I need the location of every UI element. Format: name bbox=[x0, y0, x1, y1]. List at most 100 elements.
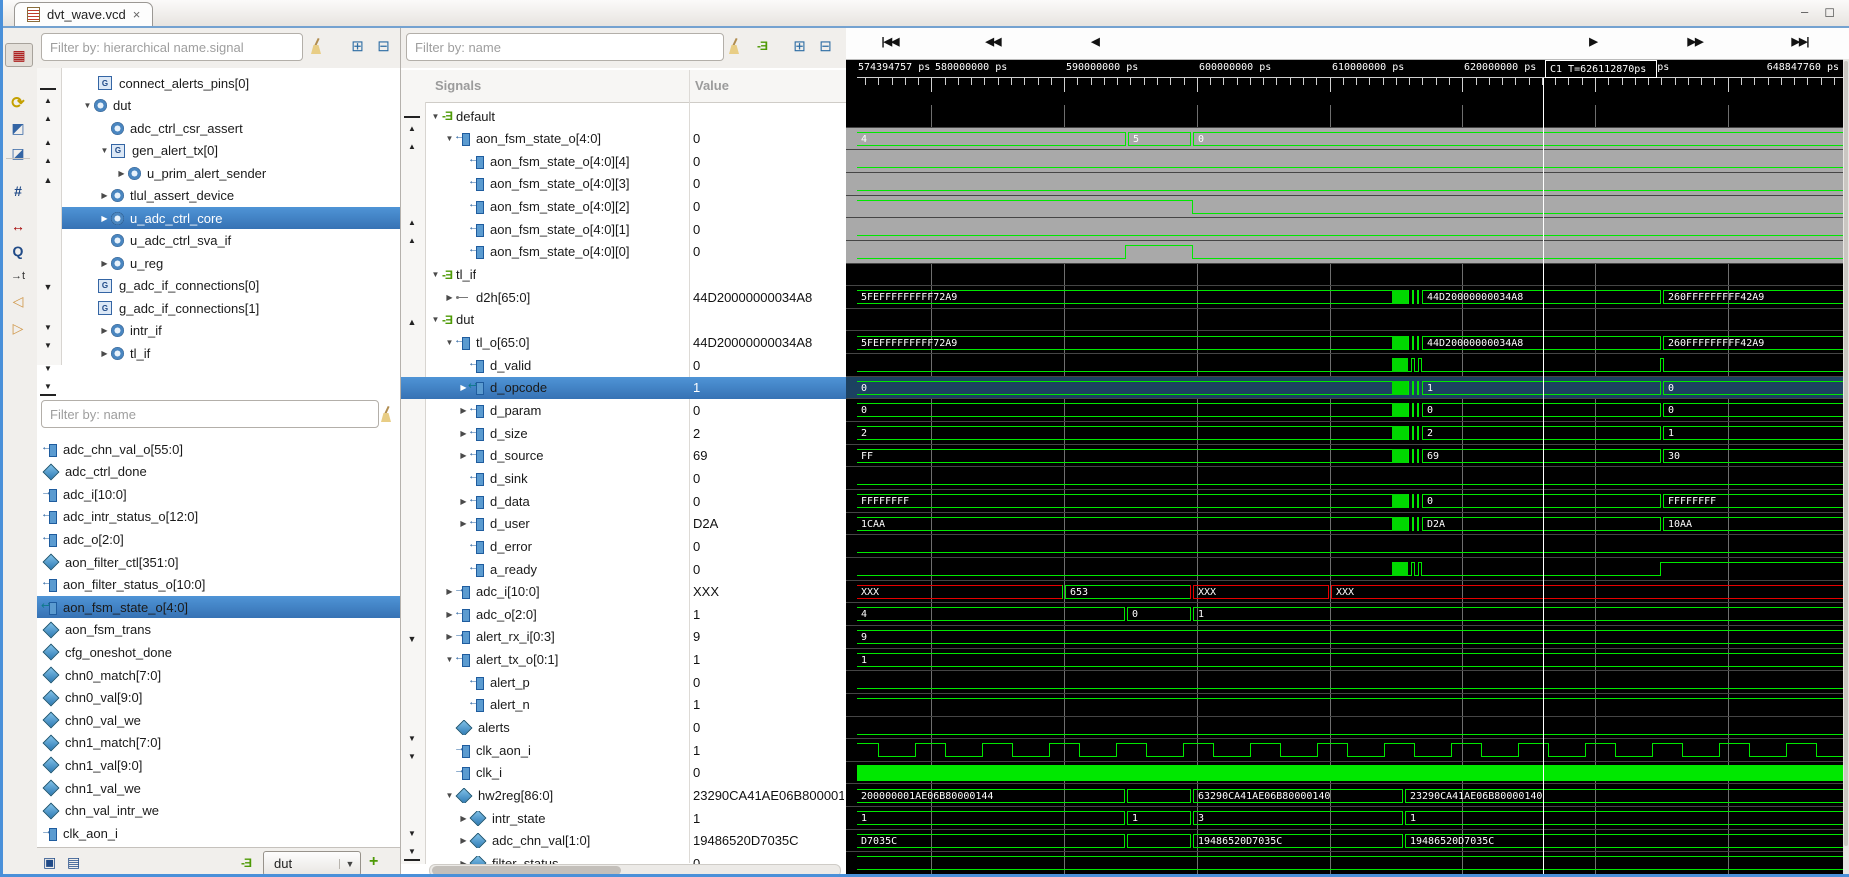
time-step-icon[interactable] bbox=[5, 265, 31, 287]
row-expander-icon[interactable]: ▼ bbox=[429, 315, 442, 324]
waveform-cursor[interactable] bbox=[1543, 78, 1544, 875]
wave-row[interactable] bbox=[846, 467, 1843, 490]
expand-all-icon[interactable] bbox=[791, 38, 808, 55]
wave-row[interactable]: FF6930 bbox=[846, 445, 1843, 468]
wave-row[interactable] bbox=[846, 558, 1843, 581]
wave-row[interactable] bbox=[846, 241, 1843, 264]
wave-row[interactable]: 221 bbox=[846, 422, 1843, 445]
wave-row[interactable] bbox=[846, 852, 1843, 875]
wave-row[interactable] bbox=[846, 105, 1843, 128]
wave-row[interactable] bbox=[846, 694, 1843, 717]
signal-row[interactable]: alert_n1 bbox=[401, 694, 846, 716]
clear-filter-icon[interactable] bbox=[727, 38, 743, 55]
signal-row[interactable]: ▼tl_if bbox=[401, 264, 846, 286]
signal-list-item[interactable]: aon_filter_ctl[351:0] bbox=[37, 551, 400, 573]
signal-row[interactable]: ▶adc_chn_val[1:0]19486520D7035C bbox=[401, 830, 846, 852]
signal-row[interactable]: aon_fsm_state_o[4:0][3]0 bbox=[401, 173, 846, 195]
signal-row[interactable]: ▶d_opcode1 bbox=[401, 377, 846, 399]
wave-row[interactable]: FFFFFFFF0FFFFFFFF bbox=[846, 490, 1843, 513]
signal-list-item[interactable]: chn0_val_we bbox=[37, 709, 400, 731]
add-scope-icon[interactable]: + bbox=[369, 853, 378, 871]
zoom-icon[interactable] bbox=[5, 240, 31, 262]
wave-row[interactable]: 401 bbox=[846, 603, 1843, 626]
wave-row[interactable] bbox=[846, 762, 1843, 785]
line-up-icon[interactable] bbox=[40, 170, 56, 188]
signal-row[interactable]: alert_p0 bbox=[401, 671, 846, 693]
clear-filter-icon[interactable] bbox=[379, 406, 395, 423]
signal-row[interactable]: ▶filter_status0 bbox=[401, 852, 846, 864]
tree-item[interactable]: ▶u_reg bbox=[62, 252, 400, 274]
timeline[interactable]: 648847760 ps C1 T=626112870ps 574394757 … bbox=[846, 59, 1849, 105]
tree-expander-icon[interactable]: ▶ bbox=[98, 349, 111, 358]
step-backward-button[interactable]: ◀ bbox=[1075, 35, 1115, 48]
wave-row[interactable] bbox=[846, 717, 1843, 740]
signal-list-item[interactable]: clk_aon_i bbox=[37, 822, 400, 844]
tree-item[interactable]: Gconnect_alerts_pins[0] bbox=[62, 72, 400, 94]
signal-row[interactable]: aon_fsm_state_o[4:0][4]0 bbox=[401, 150, 846, 172]
tree-expander-icon[interactable]: ▶ bbox=[115, 169, 128, 178]
tree-item[interactable]: ▼Ggen_alert_tx[0] bbox=[62, 140, 400, 162]
signal-row[interactable]: ▶intr_state1 bbox=[401, 807, 846, 829]
wave-save-icon[interactable] bbox=[5, 117, 31, 139]
tree-item[interactable]: ▶u_adc_ctrl_core bbox=[62, 207, 400, 229]
tree-item[interactable]: ▼dut bbox=[62, 95, 400, 117]
cursor-time-box[interactable]: C1 T=626112870ps bbox=[1545, 60, 1657, 78]
scroll-to-bottom-icon[interactable] bbox=[40, 358, 56, 396]
signal-row[interactable]: d_valid0 bbox=[401, 354, 846, 376]
collapse-all-icon[interactable] bbox=[375, 38, 392, 55]
signal-list-item[interactable]: aon_filter_status_o[10:0] bbox=[37, 574, 400, 596]
wave-row[interactable] bbox=[846, 196, 1843, 219]
signal-list-item[interactable]: aon_fsm_trans bbox=[37, 619, 400, 641]
signal-list-item[interactable]: aon_fsm_state_o[4:0] bbox=[37, 596, 400, 618]
wave-row[interactable] bbox=[846, 173, 1843, 196]
signal-row[interactable]: ▶alert_rx_i[0:3]9 bbox=[401, 626, 846, 648]
signal-row[interactable]: d_error0 bbox=[401, 535, 846, 557]
signal-list-item[interactable]: chn1_val[9:0] bbox=[37, 754, 400, 776]
signal-list-item[interactable]: cfg_oneshot_done bbox=[37, 641, 400, 663]
signal-row[interactable]: ▶adc_o[2:0]1 bbox=[401, 603, 846, 625]
tree-item[interactable]: ▶intr_if bbox=[62, 320, 400, 342]
signal-row[interactable]: aon_fsm_state_o[4:0][0]0 bbox=[401, 241, 846, 263]
signal-row[interactable]: clk_aon_i1 bbox=[401, 739, 846, 761]
fast-backward-button[interactable]: ◀◀ bbox=[973, 35, 1013, 48]
wave-row[interactable]: 010 bbox=[846, 377, 1843, 400]
tree-item[interactable]: Gg_adc_if_connections[0] bbox=[62, 275, 400, 297]
tree-item[interactable]: adc_ctrl_csr_assert bbox=[62, 117, 400, 139]
clear-filter-icon[interactable] bbox=[309, 38, 325, 55]
row-expander-icon[interactable]: ▶ bbox=[457, 814, 470, 823]
scrollbar-thumb[interactable] bbox=[1844, 61, 1848, 846]
wave-row[interactable]: 9 bbox=[846, 626, 1843, 649]
scope-selector[interactable]: dut ▼ bbox=[263, 851, 361, 876]
wave-load-icon[interactable] bbox=[5, 142, 31, 164]
tree-expander-icon[interactable]: ▼ bbox=[98, 146, 111, 155]
wave-row[interactable]: 000 bbox=[846, 399, 1843, 422]
signal-list-item[interactable]: chn1_val_we bbox=[37, 777, 400, 799]
wave-view-icon[interactable] bbox=[5, 43, 33, 67]
signal-row[interactable]: ▶d_userD2A bbox=[401, 513, 846, 535]
signal-row[interactable]: d_sink0 bbox=[401, 467, 846, 489]
wave-row[interactable] bbox=[846, 264, 1843, 287]
tree-item[interactable]: Gg_adc_if_connections[1] bbox=[62, 297, 400, 319]
wave-row[interactable]: 5FEFFFFFFFFF72A944D20000000034A8260FFFFF… bbox=[846, 286, 1843, 309]
signal-list-item[interactable]: chn_val_intr_we bbox=[37, 800, 400, 822]
add-group-icon[interactable] bbox=[241, 856, 251, 870]
minimize-icon[interactable]: – bbox=[1801, 4, 1808, 20]
wave-row[interactable]: 5FEFFFFFFFFF72A944D20000000034A8260FFFFF… bbox=[846, 332, 1843, 355]
goto-end-button[interactable]: ▶▶| bbox=[1780, 35, 1820, 48]
row-expander-icon[interactable]: ▶ bbox=[457, 836, 470, 845]
signal-row[interactable]: aon_fsm_state_o[4:0][1]0 bbox=[401, 218, 846, 240]
signal-list-item[interactable]: adc_ctrl_done bbox=[37, 461, 400, 483]
signal-row[interactable]: aon_fsm_state_o[4:0][2]0 bbox=[401, 196, 846, 218]
tree-item[interactable]: ▶tlul_assert_device bbox=[62, 185, 400, 207]
wave-row[interactable] bbox=[846, 535, 1843, 558]
signals-filter-input[interactable] bbox=[406, 33, 724, 61]
signal-name-filter-input[interactable] bbox=[41, 400, 379, 428]
signal-list-item[interactable]: adc_i[10:0] bbox=[37, 483, 400, 505]
signal-row[interactable]: ▶d_size2 bbox=[401, 422, 846, 444]
close-icon[interactable]: × bbox=[133, 7, 141, 22]
signal-row[interactable]: ▼alert_tx_o[0:1]1 bbox=[401, 649, 846, 671]
column-header-signals[interactable]: Signals bbox=[435, 78, 481, 93]
signal-list-item[interactable]: chn0_val[9:0] bbox=[37, 687, 400, 709]
row-expander-icon[interactable]: ▼ bbox=[429, 112, 442, 121]
vertical-scrollbar[interactable] bbox=[1843, 59, 1849, 877]
